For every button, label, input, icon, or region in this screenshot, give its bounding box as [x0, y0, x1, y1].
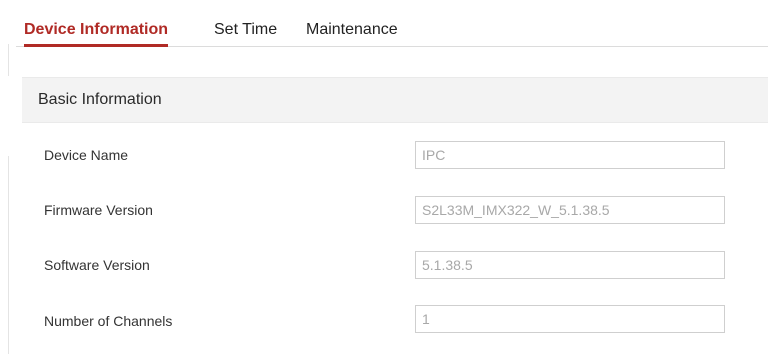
section-title: Basic Information	[38, 91, 162, 108]
firmware-version-label: Firmware Version	[44, 202, 153, 218]
software-version-label: Software Version	[44, 257, 150, 273]
device-name-field[interactable]	[415, 141, 725, 169]
number-of-channels-field[interactable]	[415, 305, 725, 333]
number-of-channels-label: Number of Channels	[44, 313, 173, 329]
basic-information-header: Basic Information	[22, 77, 768, 123]
firmware-version-field[interactable]	[415, 196, 725, 224]
tab-set-time[interactable]: Set Time	[214, 14, 277, 46]
device-name-label: Device Name	[44, 147, 129, 163]
device-information-page: Device Information Set Time Maintenance …	[0, 0, 768, 354]
left-divider	[8, 156, 9, 354]
tab-device-information[interactable]: Device Information	[24, 14, 169, 47]
tab-maintenance[interactable]: Maintenance	[306, 14, 398, 46]
tab-bar: Device Information Set Time Maintenance	[16, 14, 768, 47]
left-divider	[8, 44, 9, 76]
software-version-field[interactable]	[415, 251, 725, 279]
